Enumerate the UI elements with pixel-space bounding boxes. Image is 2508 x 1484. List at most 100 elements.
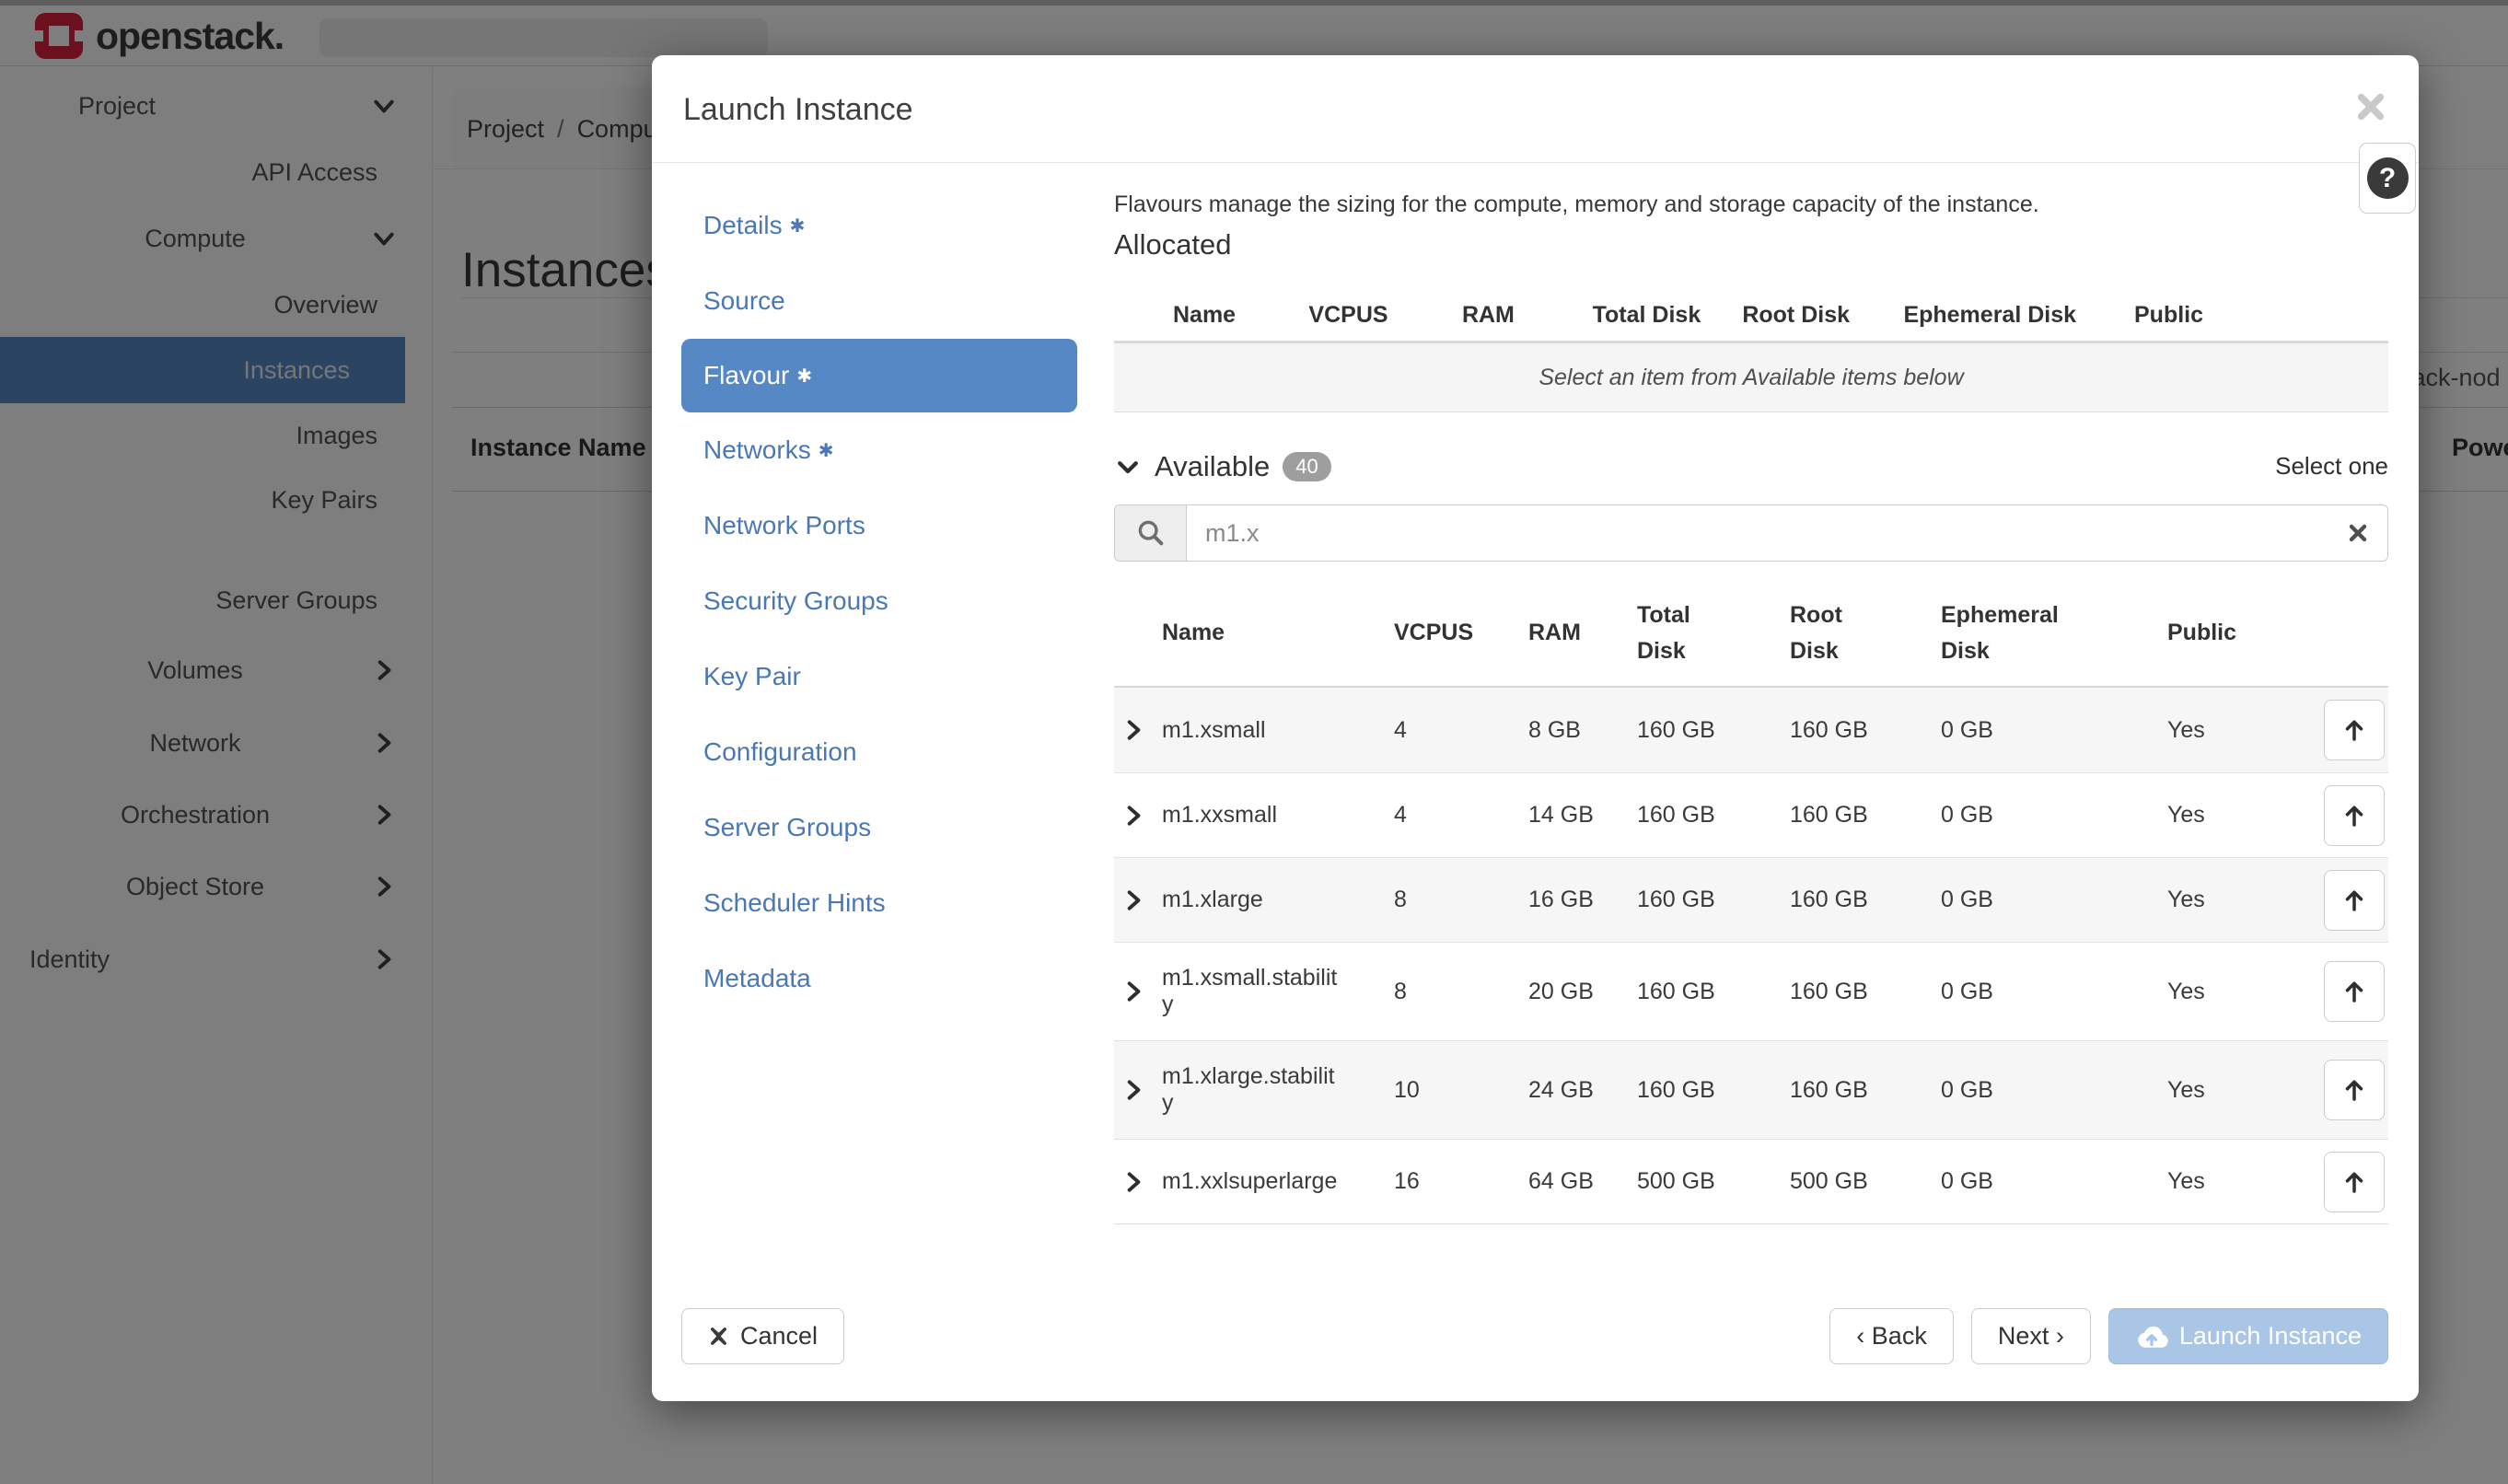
flavor-ephemeral-disk: 0 GB [1933,1168,2160,1195]
step-scheduler-hints[interactable]: Scheduler Hints [681,865,1077,941]
allocated-col-vcpus: VCPUS [1301,302,1455,329]
flavor-row-m1.xxlsuperlarge: m1.xxlsuperlarge1664 GB500 GB500 GB0 GBY… [1114,1139,2388,1224]
flavor-total-disk: 160 GB [1630,802,1782,829]
flavor-ram: 20 GB [1521,979,1630,1005]
chevron-down-icon[interactable] [1114,453,1142,481]
required-asterisk: ✱ [790,214,806,238]
expand-row-icon[interactable] [1114,1170,1155,1194]
allocated-empty-row: Select an item from Available items belo… [1114,342,2388,412]
allocated-col-public: Public [2127,302,2388,329]
step-network-ports[interactable]: Network Ports [681,488,1077,563]
flavor-ram: 14 GB [1521,802,1630,829]
step-metadata[interactable]: Metadata [681,941,1077,1016]
allocate-flavor-button[interactable] [2324,785,2385,846]
flavor-vcpus: 8 [1387,887,1521,913]
flavor-total-disk: 500 GB [1630,1168,1782,1195]
modal-step-nav: Details✱SourceFlavour✱Networks✱Network P… [681,188,1077,1016]
step-label: Key Pair [703,662,801,691]
required-asterisk: ✱ [796,365,812,388]
flavor-public: Yes [2160,1168,2315,1195]
step-label: Network Ports [703,511,865,540]
modal-footer: Cancel ‹ Back Next › Launch Instance [652,1308,2419,1401]
arrow-up-icon [2340,978,2368,1005]
flavor-ram: 16 GB [1521,887,1630,913]
allocate-flavor-button[interactable] [2324,1152,2385,1212]
available-heading: Available [1155,450,1270,483]
flavor-ram: 8 GB [1521,717,1630,744]
flavor-row-m1.xsmall: m1.xsmall48 GB160 GB160 GB0 GBYes [1114,688,2388,772]
flavor-vcpus: 10 [1387,1077,1521,1104]
clear-search-icon[interactable] [2328,505,2387,561]
allocate-flavor-button[interactable] [2324,961,2385,1022]
flavor-root-disk: 160 GB [1782,1077,1933,1104]
flavor-vcpus: 4 [1387,802,1521,829]
expand-row-icon[interactable] [1114,980,1155,1003]
flavor-public: Yes [2160,1077,2315,1104]
step-label: Source [703,286,785,316]
allocate-flavor-button[interactable] [2324,1060,2385,1120]
step-details[interactable]: Details ✱ [681,188,1077,263]
flavor-name: m1.xxlsuperlarge [1155,1168,1387,1195]
step-source[interactable]: Source [681,263,1077,339]
flavor-search-bar [1114,504,2388,562]
step-networks[interactable]: Networks✱ [681,412,1077,488]
step-server-groups[interactable]: Server Groups [681,790,1077,865]
flavor-root-disk: 160 GB [1782,979,1933,1005]
allocate-flavor-button[interactable] [2324,870,2385,931]
flavor-name: m1.xsmall [1155,717,1387,744]
allocated-heading: Allocated [1114,228,1232,261]
step-flavour[interactable]: Flavour ✱ [681,339,1077,412]
step-label: Security Groups [703,586,888,616]
available-flavors-table: NameVCPUSRAMTotal DiskRoot DiskEphemeral… [1114,580,2388,1224]
flavor-ephemeral-disk: 0 GB [1933,1077,2160,1104]
flavor-public: Yes [2160,717,2315,744]
search-icon [1115,505,1187,561]
arrow-up-icon [2340,802,2368,829]
flavor-total-disk: 160 GB [1630,1077,1782,1104]
step-label: Flavour [703,361,789,390]
flavor-total-disk: 160 GB [1630,887,1782,913]
flavour-description: Flavours manage the sizing for the compu… [1114,191,2039,218]
next-button[interactable]: Next › [1971,1308,2091,1364]
back-button[interactable]: ‹ Back [1829,1308,1954,1364]
flavor-total-disk: 160 GB [1630,717,1782,744]
available-col-root-disk: Root Disk [1782,597,1933,669]
allocated-col-name: Name [1114,302,1301,329]
flavor-public: Yes [2160,802,2315,829]
available-col-vcpus: VCPUS [1387,615,1521,651]
search-input[interactable] [1187,505,2328,561]
flavor-public: Yes [2160,979,2315,1005]
flavor-row-m1.xsmall.stability: m1.xsmall.stability820 GB160 GB160 GB0 G… [1114,942,2388,1040]
expand-row-icon[interactable] [1114,1078,1155,1102]
arrow-up-icon [2340,1076,2368,1104]
flavor-total-disk: 160 GB [1630,979,1782,1005]
allocated-col-total-disk: Total Disk [1585,302,1736,329]
step-label: Details [703,211,783,240]
flavor-root-disk: 500 GB [1782,1168,1933,1195]
step-label: Scheduler Hints [703,888,886,918]
expand-row-icon[interactable] [1114,888,1155,912]
allocated-col-ram: RAM [1455,302,1585,329]
step-key-pair[interactable]: Key Pair [681,639,1077,714]
required-asterisk: ✱ [819,439,834,462]
cloud-upload-icon [2135,1324,2168,1349]
arrow-up-icon [2340,887,2368,914]
arrow-up-icon [2340,716,2368,744]
screen: openstack. ProjectAPI AccessComputeOverv… [0,0,2508,1484]
available-col-ephemeral-disk: Ephemeral Disk [1933,597,2160,669]
modal-title: Launch Instance [683,92,913,128]
step-security-groups[interactable]: Security Groups [681,563,1077,639]
flavor-public: Yes [2160,887,2315,913]
available-col-name: Name [1155,615,1387,651]
available-col-total-disk: Total Disk [1630,597,1782,669]
allocate-flavor-button[interactable] [2324,700,2385,760]
expand-row-icon[interactable] [1114,718,1155,742]
launch-instance-button[interactable]: Launch Instance [2108,1308,2388,1364]
step-configuration[interactable]: Configuration [681,714,1077,790]
flavor-vcpus: 16 [1387,1168,1521,1195]
flavor-root-disk: 160 GB [1782,802,1933,829]
cancel-button[interactable]: Cancel [681,1308,844,1364]
flavor-root-disk: 160 GB [1782,887,1933,913]
flavor-vcpus: 8 [1387,979,1521,1005]
expand-row-icon[interactable] [1114,804,1155,828]
